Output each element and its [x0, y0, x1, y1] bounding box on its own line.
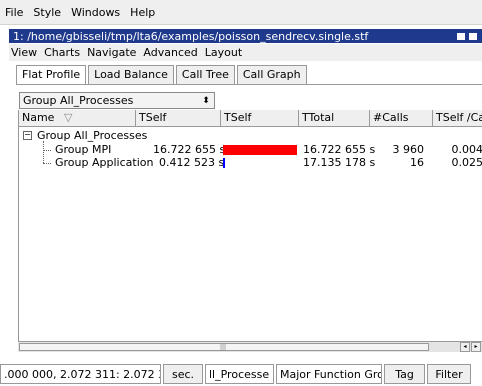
sort-indicator-icon: ▽ [63, 111, 73, 124]
column-header-ttotal[interactable]: TTotal [299, 110, 370, 126]
column-header-tself-bar[interactable]: TSelf [221, 110, 299, 126]
window-titlebar[interactable]: 1: /home/gbisseli/tmp/lta6/examples/pois… [9, 29, 482, 43]
row-tself-per-call: 0.025 [451, 156, 482, 169]
row-name: Group Application [55, 156, 154, 169]
window-title: 1: /home/gbisseli/tmp/lta6/examples/pois… [13, 29, 369, 43]
status-bar: .000 000, 2.072 311: 2.072 31 sec. ll_Pr… [0, 362, 482, 386]
column-header-tself[interactable]: TSelf [136, 110, 221, 126]
row-calls: 16 [410, 156, 424, 169]
column-header-tself-per-call[interactable]: TSelf /Ca [433, 110, 482, 126]
menu-view[interactable]: View [9, 46, 42, 59]
row-name: Group MPI [55, 143, 112, 156]
row-tself: 16.722 655 s [153, 143, 226, 156]
column-header-calls[interactable]: #Calls [370, 110, 433, 126]
time-range-field[interactable]: .000 000, 2.072 311: 2.072 31 [0, 364, 161, 384]
column-header-name[interactable]: Name ▽ [19, 110, 136, 126]
tab-flat-profile[interactable]: Flat Profile [16, 65, 87, 85]
row-ttotal: 17.135 178 s [303, 156, 376, 169]
scrollbar-grip-icon: ||| [220, 344, 227, 351]
tab-load-balance[interactable]: Load Balance [88, 65, 174, 84]
window-controls [456, 31, 482, 41]
minimize-icon[interactable] [456, 31, 466, 41]
profile-table: Name ▽ TSelf TSelf TTotal #Calls TSelf /… [18, 110, 482, 351]
table-row[interactable]: Group Application 0.412 523 s 17.135 178… [19, 156, 482, 169]
scroll-right-icon[interactable]: ▸ [471, 342, 481, 352]
column-name-label: Name [22, 111, 55, 124]
row-calls: 3 960 [392, 143, 425, 156]
profile-tabs: Flat Profile Load Balance Call Tree Call… [16, 65, 309, 85]
menu-style[interactable]: Style [28, 6, 66, 19]
menu-file[interactable]: File [0, 6, 28, 19]
menu-windows[interactable]: Windows [66, 6, 125, 19]
function-group-field[interactable]: Major Function Group [276, 364, 382, 384]
row-ttotal: 16.722 655 s [303, 143, 376, 156]
menu-advanced[interactable]: Advanced [141, 46, 202, 59]
maximize-icon[interactable] [468, 31, 478, 41]
tself-bar [223, 158, 225, 168]
tab-call-tree[interactable]: Call Tree [175, 65, 235, 84]
row-name: Group All_Processes [37, 129, 148, 142]
scroll-left-icon[interactable]: ◂ [460, 342, 470, 352]
tab-call-graph[interactable]: Call Graph [236, 65, 307, 84]
app-menubar: File Style Windows Help [0, 0, 482, 25]
process-group-field[interactable]: ll_Processe [205, 364, 274, 384]
menu-help[interactable]: Help [125, 6, 160, 19]
tab-divider [16, 84, 482, 85]
menu-charts[interactable]: Charts [42, 46, 85, 59]
tself-bar [223, 145, 297, 155]
row-tself-per-call: 0.004 [451, 143, 482, 156]
menu-layout[interactable]: Layout [203, 46, 247, 59]
updown-arrow-icon: ⬍ [202, 95, 210, 106]
row-tself: 0.412 523 s [159, 156, 225, 169]
unit-button[interactable]: sec. [163, 364, 203, 384]
menu-navigate[interactable]: Navigate [85, 46, 141, 59]
table-row[interactable]: Group MPI 16.722 655 s 16.722 655 s 3 96… [19, 143, 482, 156]
grouping-select[interactable]: Group All_Processes ⬍ [19, 92, 215, 109]
grouping-select-value: Group All_Processes [23, 94, 134, 107]
window-menubar: View Charts Navigate Advanced Layout [9, 44, 482, 61]
table-header: Name ▽ TSelf TSelf TTotal #Calls TSelf /… [19, 110, 482, 127]
collapse-icon[interactable]: − [23, 131, 32, 140]
table-row[interactable]: − Group All_Processes [19, 129, 482, 142]
filter-button[interactable]: Filter [427, 364, 471, 384]
horizontal-scrollbar[interactable]: ||| ◂ ▸ [18, 341, 482, 352]
tag-button[interactable]: Tag [384, 364, 425, 384]
